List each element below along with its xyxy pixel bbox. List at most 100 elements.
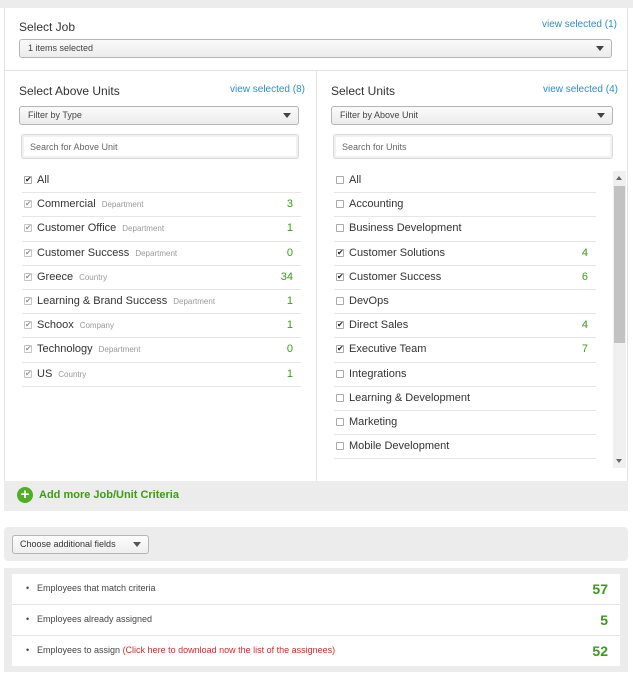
scroll-up-icon[interactable]	[616, 176, 622, 180]
unit-row[interactable]: Marketing	[334, 411, 596, 436]
checkbox[interactable]	[336, 417, 344, 426]
job-panel: Select Job view selected (1) 1 items sel…	[4, 8, 628, 70]
filter-by-above-unit-dropdown[interactable]: Filter by Above Unit	[331, 106, 613, 125]
checkbox[interactable]: ✔	[24, 224, 32, 233]
unit-row[interactable]: ✔ Executive Team 7	[334, 338, 596, 363]
above-unit-row[interactable]: ✔ Learning & Brand Success Department 1	[22, 290, 301, 315]
above-unit-name: Commercial Department	[37, 198, 144, 211]
above-unit-count: 34	[280, 270, 293, 283]
summary-label: Employees already assigned	[37, 614, 153, 624]
checkbox[interactable]: ✔	[24, 369, 32, 378]
above-unit-name: Greece Country	[37, 270, 108, 283]
top-strip	[0, 0, 633, 8]
checkbox[interactable]	[336, 200, 344, 209]
summary-panel: • Employees that match criteria 57 • Employe…	[4, 568, 628, 672]
unit-row[interactable]: All	[334, 169, 596, 194]
above-unit-row[interactable]: ✔ Technology Department 0	[22, 338, 301, 363]
above-unit-name: Customer Office Department	[37, 222, 165, 235]
filter-by-type-dropdown[interactable]: Filter by Type	[19, 106, 299, 125]
checkbox[interactable]: ✔	[24, 200, 32, 209]
unit-count: 7	[581, 343, 588, 356]
checkbox[interactable]	[336, 224, 344, 233]
above-unit-type: Country	[79, 272, 108, 282]
search-units-input[interactable]: Search for Units	[333, 134, 613, 159]
job-select-dropdown[interactable]: 1 items selected	[19, 39, 612, 58]
above-unit-row[interactable]: ✔ US Country 1	[22, 363, 301, 387]
chevron-down-icon	[283, 113, 291, 118]
summary-list: • Employees that match criteria 57 • Employe…	[12, 574, 620, 666]
bullet-icon: •	[26, 645, 30, 655]
checkbox[interactable]: ✔	[24, 176, 32, 184]
above-unit-name: Technology Department	[37, 343, 141, 356]
plus-circle-icon[interactable]: +	[17, 487, 33, 503]
unit-name: Customer Success	[349, 270, 442, 283]
checkbox[interactable]	[336, 176, 344, 184]
unit-name: Marketing	[349, 415, 398, 428]
unit-row[interactable]: ✔ Direct Sales 4	[334, 314, 596, 339]
filter-by-above-unit-value: Filter by Above Unit	[340, 110, 419, 120]
unit-row[interactable]: Accounting	[334, 193, 596, 218]
additional-fields-bar: Choose additional fields	[4, 527, 628, 561]
scroll-down-icon[interactable]	[616, 459, 622, 463]
summary-text-wrap: Employees that match criteria	[37, 583, 156, 593]
unit-row[interactable]: Mobile Development	[334, 435, 596, 460]
select-above-units-label: Select Above Units	[19, 84, 120, 98]
checkbox[interactable]: ✔	[336, 345, 344, 354]
unit-row[interactable]: Integrations	[334, 363, 596, 387]
above-unit-type: Country	[58, 369, 87, 379]
above-unit-count: 1	[286, 222, 293, 235]
checkbox[interactable]: ✔	[336, 321, 344, 330]
additional-fields-value: Choose additional fields	[20, 539, 116, 549]
unit-name: Integrations	[349, 367, 407, 380]
checkbox[interactable]: ✔	[336, 272, 344, 281]
summary-value: 52	[592, 643, 608, 659]
filter-by-type-value: Filter by Type	[28, 110, 82, 120]
scrollbar-thumb[interactable]	[614, 186, 625, 343]
above-unit-row[interactable]: ✔ Customer Office Department 1	[22, 217, 301, 242]
units-scrollbar[interactable]	[613, 171, 626, 468]
above-unit-type: Department	[173, 296, 216, 306]
unit-row[interactable]: ✔ Customer Success 6	[334, 266, 596, 290]
above-unit-count: 0	[286, 343, 293, 356]
checkbox[interactable]: ✔	[24, 272, 32, 281]
checkbox[interactable]: ✔	[24, 296, 32, 305]
checkbox[interactable]	[336, 369, 344, 378]
checkbox[interactable]	[336, 296, 344, 305]
above-unit-row[interactable]: ✔ Commercial Department 3	[22, 193, 301, 218]
units-list: All Accounting Business Development ✔ Custom…	[334, 169, 596, 469]
add-criteria-link[interactable]: Add more Job/Unit Criteria	[39, 489, 179, 501]
above-unit-count: 1	[286, 367, 293, 380]
above-unit-count: 3	[286, 198, 293, 211]
job-view-selected-link[interactable]: view selected (1)	[542, 19, 617, 30]
checkbox[interactable]: ✔	[336, 248, 344, 257]
checkbox[interactable]	[336, 442, 344, 451]
additional-fields-dropdown[interactable]: Choose additional fields	[12, 535, 149, 554]
checkbox[interactable]: ✔	[24, 321, 32, 330]
above-unit-count: 1	[286, 294, 293, 307]
unit-name: All	[349, 174, 362, 186]
job-select-value: 1 items selected	[28, 43, 94, 53]
above-unit-row[interactable]: ✔ Schoox Company 1	[22, 314, 301, 339]
unit-row[interactable]: ✔ Customer Solutions 4	[334, 242, 596, 266]
unit-name: Mobile Development	[349, 440, 450, 453]
unit-row[interactable]: Business Development	[334, 217, 596, 242]
download-assignees-link[interactable]: (Click here to download now the list of …	[123, 645, 336, 655]
above-unit-type: Department	[101, 200, 144, 210]
units-view-selected-link[interactable]: view selected (4)	[543, 84, 618, 95]
above-units-view-selected-link[interactable]: view selected (8)	[230, 84, 305, 95]
search-above-unit-input[interactable]: Search for Above Unit	[21, 134, 299, 159]
summary-row: • Employees already assigned 5	[12, 605, 620, 636]
unit-row[interactable]: Learning & Development	[334, 387, 596, 411]
checkbox[interactable]	[336, 393, 344, 402]
unit-count: 4	[581, 319, 588, 332]
units-area: Select Above Units view selected (8) Fil…	[4, 70, 628, 482]
add-criteria-bar: + Add more Job/Unit Criteria	[4, 481, 628, 511]
checkbox[interactable]: ✔	[24, 345, 32, 354]
above-unit-type: Department	[98, 345, 141, 355]
unit-row[interactable]: DevOps	[334, 290, 596, 315]
unit-name: Executive Team	[349, 343, 427, 356]
above-unit-row[interactable]: ✔ All	[22, 169, 301, 194]
checkbox[interactable]: ✔	[24, 248, 32, 257]
above-unit-row[interactable]: ✔ Customer Success Department 0	[22, 242, 301, 266]
above-unit-row[interactable]: ✔ Greece Country 34	[22, 266, 301, 290]
